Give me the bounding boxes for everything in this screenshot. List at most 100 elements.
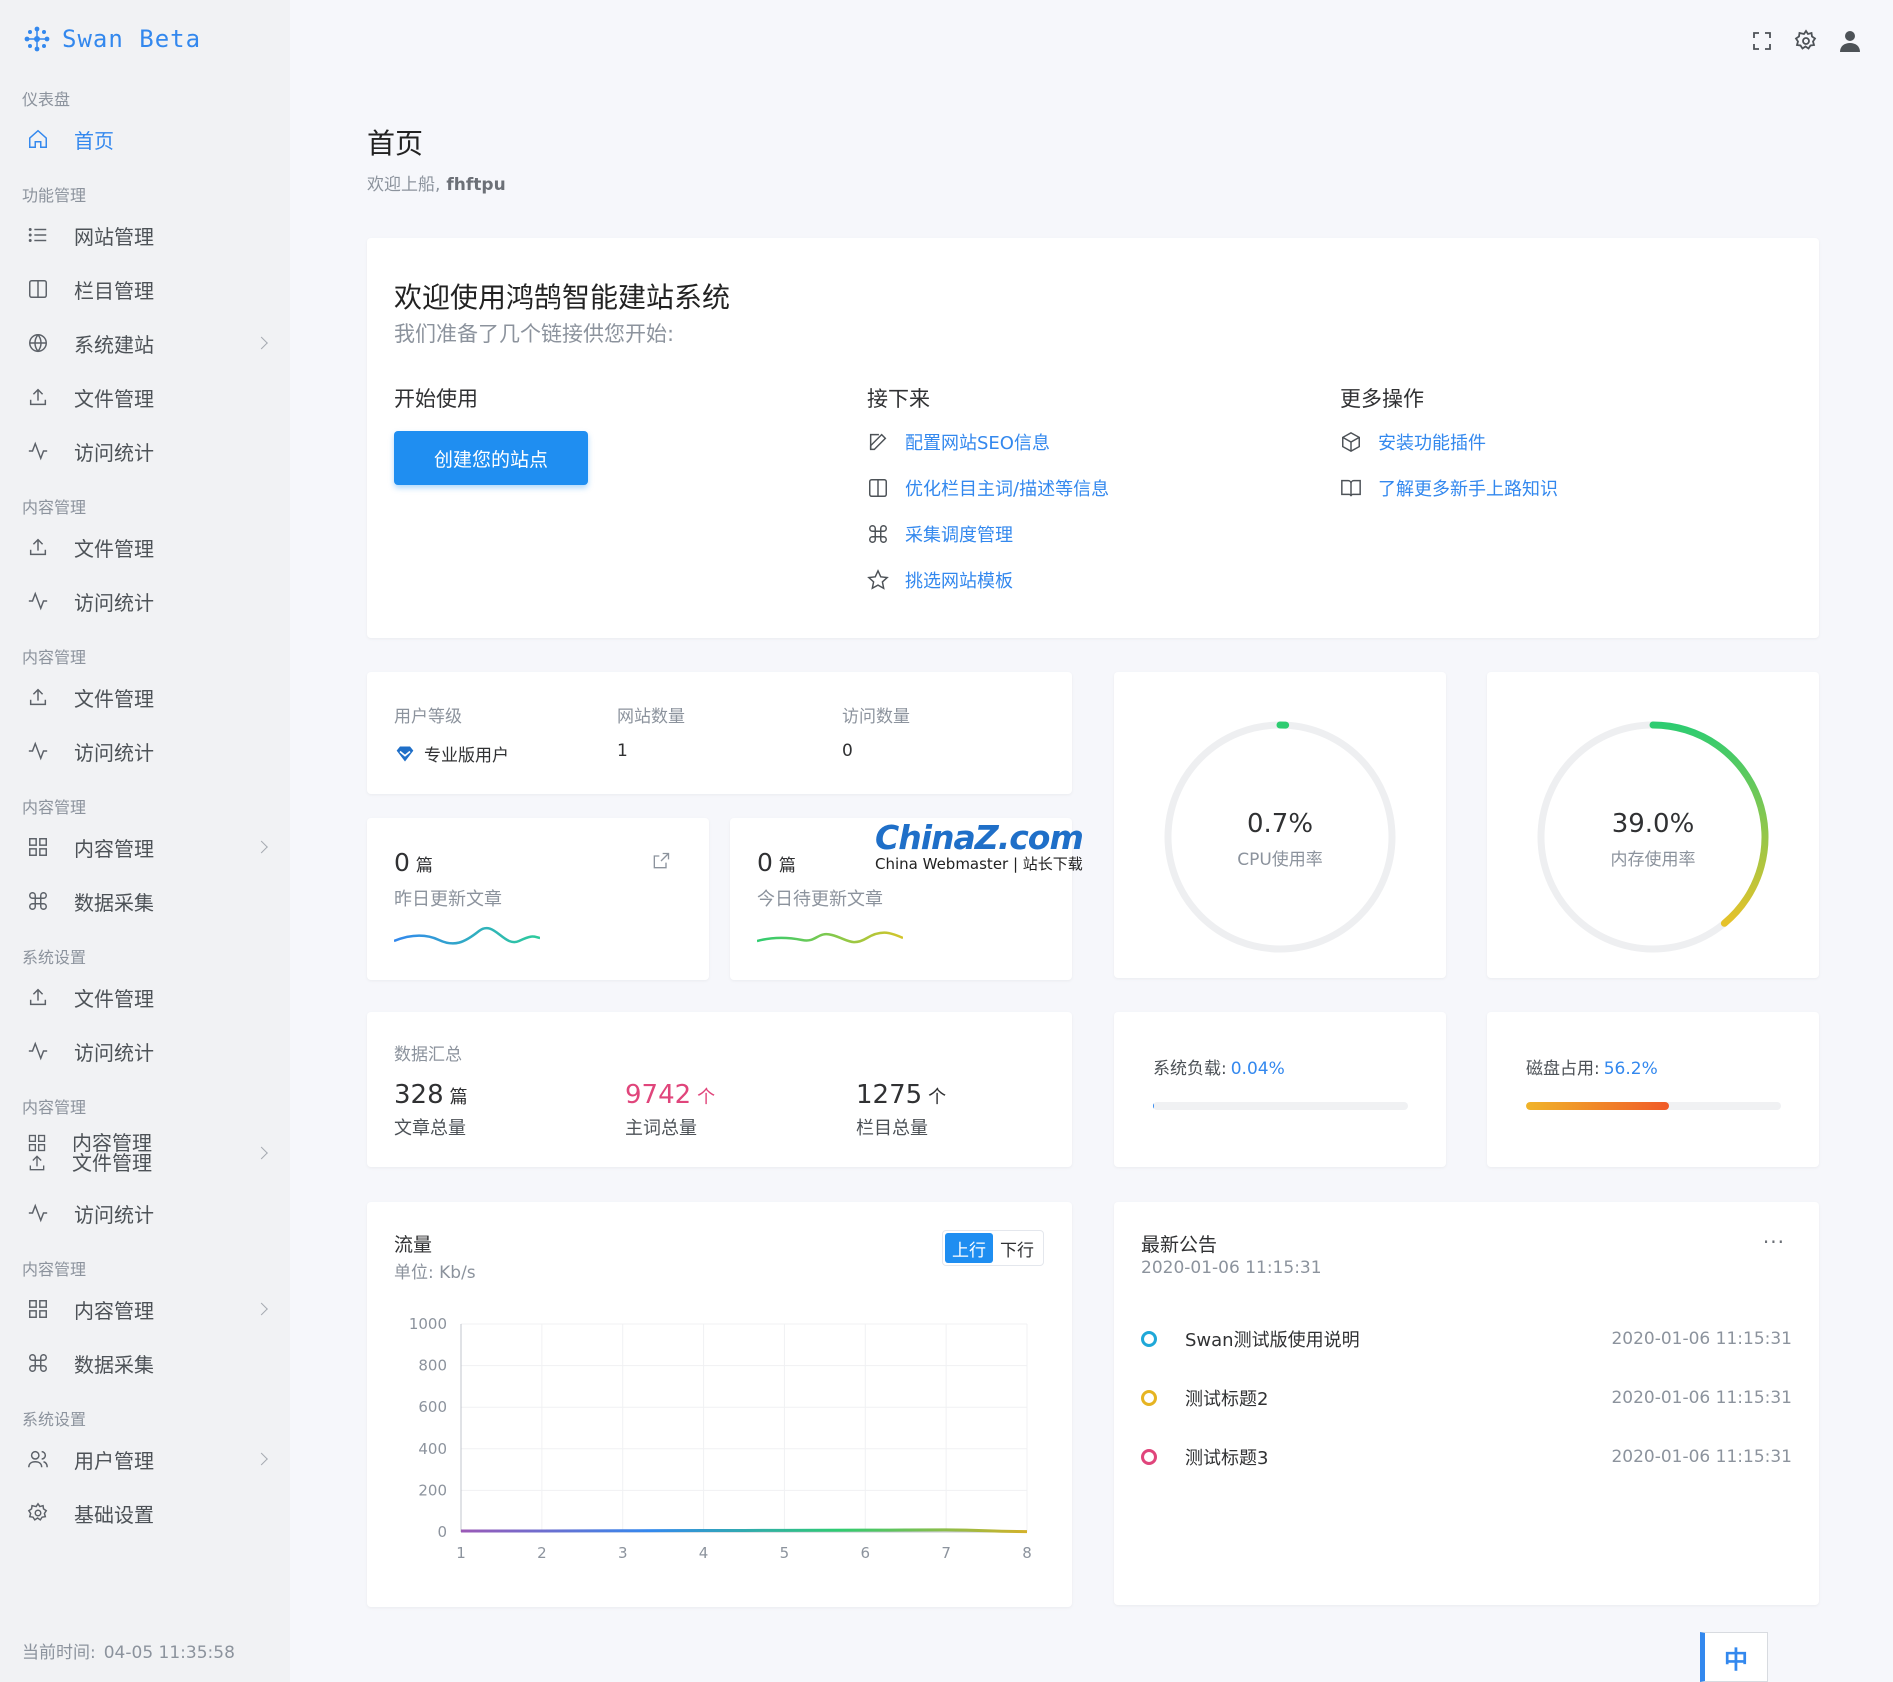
sidebar: Swan Beta 仪表盘 首页 功能管理 网站管理 栏目管理 系统建站 文件管理 访问统计内… xyxy=(0,0,290,1682)
sidebar-group-label: 内容管理 xyxy=(22,798,87,817)
disk-usage-card: 磁盘占用: 56.2% xyxy=(1487,1012,1819,1167)
current-time-label: 当前时间: xyxy=(22,1643,96,1663)
sidebar-group-label: 功能管理 xyxy=(22,186,87,205)
traffic-title: 流量 xyxy=(394,1234,433,1256)
sidebar-item-label: 文件管理 xyxy=(74,386,154,411)
sidebar-item[interactable]: 首页 xyxy=(0,112,290,166)
language-switch-button[interactable]: 中 xyxy=(1700,1632,1768,1682)
y-tick-label: 200 xyxy=(418,1481,447,1499)
yesterday-unit: 篇 xyxy=(415,856,433,876)
sidebar-item-label: 文件管理 xyxy=(74,686,154,711)
welcome-subtitle: 我们准备了几个链接供您开始: xyxy=(394,322,675,346)
upload-icon xyxy=(26,385,50,409)
activity-icon xyxy=(26,439,50,463)
link-collect-schedule[interactable]: 采集调度管理 xyxy=(867,511,1109,557)
star-icon xyxy=(867,569,889,591)
activity-icon xyxy=(26,589,50,613)
activity-icon xyxy=(26,1039,50,1063)
sidebar-item[interactable]: 访问统计 xyxy=(0,424,290,478)
fullscreen-icon[interactable] xyxy=(1749,26,1775,56)
sidebar-item-label: 数据采集 xyxy=(74,890,154,915)
summary-keywords-count: 9742 xyxy=(625,1080,692,1110)
diamond-icon xyxy=(396,746,414,761)
cpu-usage-label: CPU使用率 xyxy=(1237,850,1323,870)
sidebar-item[interactable]: 访问统计 xyxy=(0,724,290,778)
more-column: 更多操作 安装功能插件 了解更多新手上路知识 xyxy=(1340,383,1558,511)
disk-usage-label: 磁盘占用: xyxy=(1526,1059,1600,1079)
link-install-plugin-label: 安装功能插件 xyxy=(1378,433,1486,454)
sidebar-item[interactable]: 文件管理 xyxy=(0,520,290,574)
next-column: 接下来 配置网站SEO信息 优化栏目主词/描述等信息 采集调度管理 挑选网站模板 xyxy=(867,383,1109,603)
sidebar-item[interactable]: 访问统计 xyxy=(0,1024,290,1078)
grid-icon xyxy=(28,1134,46,1152)
series-line xyxy=(460,1528,1028,1534)
sidebar-item[interactable]: 文件管理 xyxy=(0,970,290,1024)
link-learn-more[interactable]: 了解更多新手上路知识 xyxy=(1340,465,1558,511)
sidebar-item[interactable]: 系统建站 xyxy=(0,316,290,370)
home-icon xyxy=(26,127,50,151)
sidebar-item-label: 内容管理 xyxy=(74,836,154,861)
user-icon[interactable] xyxy=(1837,26,1863,56)
welcome-line: 欢迎上船, fhftpu xyxy=(367,170,506,195)
summary-articles: 328 篇 文章总量 xyxy=(394,1080,468,1140)
sidebar-item[interactable]: 内容管理 文件管理 xyxy=(0,1120,290,1186)
y-tick-label: 1000 xyxy=(409,1315,447,1333)
summary-articles-count: 328 xyxy=(394,1080,444,1110)
activity-icon xyxy=(26,1201,50,1225)
link-pick-template-label: 挑选网站模板 xyxy=(905,571,1013,592)
toggle-upstream[interactable]: 上行 xyxy=(945,1233,993,1263)
system-load-value: 0.04% xyxy=(1230,1059,1285,1079)
link-seo-label: 配置网站SEO信息 xyxy=(905,433,1050,454)
link-optimize-columns[interactable]: 优化栏目主词/描述等信息 xyxy=(867,465,1109,511)
gear-icon[interactable] xyxy=(1793,26,1819,56)
sidebar-item[interactable]: 内容管理 xyxy=(0,1282,290,1336)
notice-item[interactable]: 测试标题2 2020-01-06 11:15:31 xyxy=(1141,1383,1792,1413)
link-collect-schedule-label: 采集调度管理 xyxy=(905,525,1013,546)
summary-keywords-label: 主词总量 xyxy=(625,1118,697,1139)
sidebar-item[interactable]: 网站管理 xyxy=(0,208,290,262)
link-install-plugin[interactable]: 安装功能插件 xyxy=(1340,419,1558,465)
current-time-value: 04-05 11:35:58 xyxy=(103,1643,235,1663)
traffic-unit: 单位: Kb/s xyxy=(394,1263,476,1283)
sidebar-group-label: 内容管理 xyxy=(22,498,87,517)
system-load-label: 系统负载: xyxy=(1153,1059,1227,1079)
app-name: Swan Beta xyxy=(62,25,202,53)
system-load-bar xyxy=(1153,1102,1408,1110)
sidebar-item[interactable]: 数据采集 xyxy=(0,874,290,928)
create-site-button[interactable]: 创建您的站点 xyxy=(394,431,588,485)
external-link-icon[interactable] xyxy=(651,851,671,871)
link-seo[interactable]: 配置网站SEO信息 xyxy=(867,419,1109,465)
more-icon[interactable]: ··· xyxy=(1763,1230,1785,1254)
disk-usage-fill xyxy=(1526,1102,1670,1110)
x-tick-label: 6 xyxy=(861,1544,871,1562)
sidebar-item[interactable]: 文件管理 xyxy=(0,670,290,724)
sidebar-item-label-1: 内容管理 xyxy=(72,1131,152,1155)
header-actions xyxy=(1749,26,1863,56)
sidebar-group-label: 内容管理 xyxy=(22,1260,87,1279)
columns-icon xyxy=(867,477,889,499)
toggle-downstream[interactable]: 下行 xyxy=(993,1233,1041,1263)
sidebar-item[interactable]: 访问统计 xyxy=(0,574,290,628)
notice-item[interactable]: Swan测试版使用说明 2020-01-06 11:15:31 xyxy=(1141,1324,1792,1354)
sidebar-item[interactable]: 数据采集 xyxy=(0,1336,290,1390)
notice-item[interactable]: 测试标题3 2020-01-06 11:15:31 xyxy=(1141,1442,1792,1472)
sidebar-item-label: 数据采集 xyxy=(74,1352,154,1377)
summary-columns: 1275 个 栏目总量 xyxy=(856,1080,946,1140)
x-tick-label: 3 xyxy=(618,1544,628,1562)
sidebar-item[interactable]: 用户管理 xyxy=(0,1432,290,1486)
sidebar-item-icons xyxy=(26,1133,48,1173)
sidebar-item[interactable]: 访问统计 xyxy=(0,1186,290,1240)
sidebar-item-label: 内容管理 文件管理 xyxy=(72,1133,152,1173)
disk-usage-bar xyxy=(1526,1102,1781,1110)
sidebar-item[interactable]: 内容管理 xyxy=(0,820,290,874)
today-articles-label: 今日待更新文章 xyxy=(757,889,883,910)
sidebar-item[interactable]: 基础设置 xyxy=(0,1486,290,1540)
notice-item-date: 2020-01-06 11:15:31 xyxy=(1611,1388,1792,1408)
sidebar-item-label-2: 文件管理 xyxy=(72,1151,152,1175)
app-logo[interactable]: Swan Beta xyxy=(22,24,201,54)
chevron-right-icon xyxy=(255,1302,268,1316)
link-pick-template[interactable]: 挑选网站模板 xyxy=(867,557,1109,603)
sidebar-item[interactable]: 文件管理 xyxy=(0,370,290,424)
upload-icon xyxy=(26,685,50,709)
sidebar-item[interactable]: 栏目管理 xyxy=(0,262,290,316)
